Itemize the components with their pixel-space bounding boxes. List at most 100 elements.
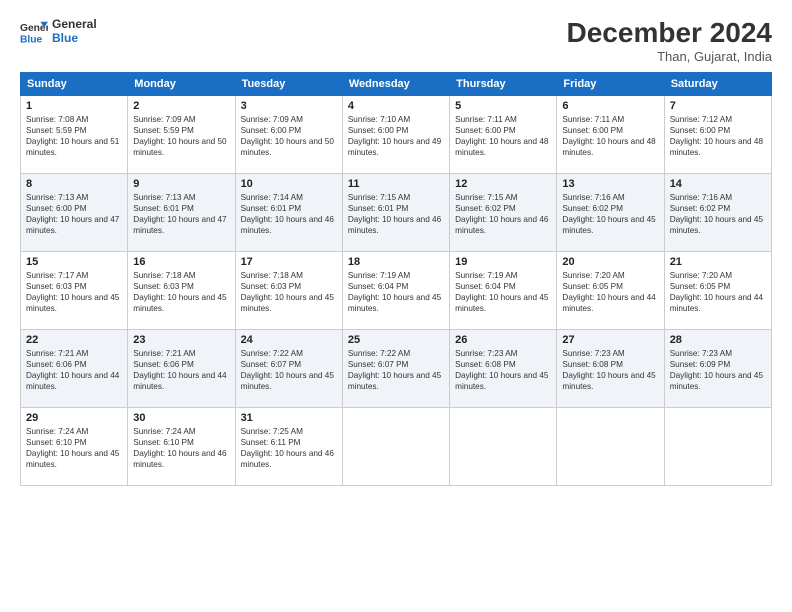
calendar-cell: 25 Sunrise: 7:22 AMSunset: 6:07 PMDaylig… (342, 329, 449, 407)
day-number: 6 (562, 100, 658, 112)
day-number: 2 (133, 100, 229, 112)
day-info: Sunrise: 7:17 AMSunset: 6:03 PMDaylight:… (26, 271, 119, 313)
logo-general: General (52, 18, 97, 32)
day-info: Sunrise: 7:24 AMSunset: 6:10 PMDaylight:… (26, 427, 119, 469)
title-block: December 2024 Than, Gujarat, India (567, 18, 772, 64)
calendar-cell: 6 Sunrise: 7:11 AMSunset: 6:00 PMDayligh… (557, 95, 664, 173)
calendar-cell: 14 Sunrise: 7:16 AMSunset: 6:02 PMDaylig… (664, 173, 771, 251)
day-info: Sunrise: 7:19 AMSunset: 6:04 PMDaylight:… (455, 271, 548, 313)
day-number: 30 (133, 412, 229, 424)
day-info: Sunrise: 7:19 AMSunset: 6:04 PMDaylight:… (348, 271, 441, 313)
calendar-cell: 9 Sunrise: 7:13 AMSunset: 6:01 PMDayligh… (128, 173, 235, 251)
calendar-cell: 31 Sunrise: 7:25 AMSunset: 6:11 PMDaylig… (235, 407, 342, 485)
day-number: 1 (26, 100, 122, 112)
day-info: Sunrise: 7:22 AMSunset: 6:07 PMDaylight:… (348, 349, 441, 391)
day-number: 3 (241, 100, 337, 112)
calendar-cell: 23 Sunrise: 7:21 AMSunset: 6:06 PMDaylig… (128, 329, 235, 407)
day-number: 7 (670, 100, 766, 112)
day-number: 11 (348, 178, 444, 190)
day-info: Sunrise: 7:11 AMSunset: 6:00 PMDaylight:… (455, 115, 548, 157)
day-info: Sunrise: 7:21 AMSunset: 6:06 PMDaylight:… (133, 349, 226, 391)
day-number: 20 (562, 256, 658, 268)
calendar-cell: 22 Sunrise: 7:21 AMSunset: 6:06 PMDaylig… (21, 329, 128, 407)
dow-header: Sunday (21, 72, 128, 95)
day-number: 22 (26, 334, 122, 346)
day-info: Sunrise: 7:20 AMSunset: 6:05 PMDaylight:… (562, 271, 655, 313)
day-info: Sunrise: 7:09 AMSunset: 6:00 PMDaylight:… (241, 115, 334, 157)
calendar-cell: 26 Sunrise: 7:23 AMSunset: 6:08 PMDaylig… (450, 329, 557, 407)
day-number: 16 (133, 256, 229, 268)
day-info: Sunrise: 7:21 AMSunset: 6:06 PMDaylight:… (26, 349, 119, 391)
logo-blue: Blue (52, 32, 97, 46)
day-info: Sunrise: 7:13 AMSunset: 6:00 PMDaylight:… (26, 193, 119, 235)
calendar-cell: 30 Sunrise: 7:24 AMSunset: 6:10 PMDaylig… (128, 407, 235, 485)
month-title: December 2024 (567, 18, 772, 49)
day-number: 12 (455, 178, 551, 190)
day-info: Sunrise: 7:15 AMSunset: 6:02 PMDaylight:… (455, 193, 548, 235)
day-number: 23 (133, 334, 229, 346)
day-number: 5 (455, 100, 551, 112)
calendar-cell: 29 Sunrise: 7:24 AMSunset: 6:10 PMDaylig… (21, 407, 128, 485)
logo-icon: General Blue (20, 18, 48, 46)
calendar-cell: 28 Sunrise: 7:23 AMSunset: 6:09 PMDaylig… (664, 329, 771, 407)
day-info: Sunrise: 7:14 AMSunset: 6:01 PMDaylight:… (241, 193, 334, 235)
calendar-cell: 2 Sunrise: 7:09 AMSunset: 5:59 PMDayligh… (128, 95, 235, 173)
day-info: Sunrise: 7:20 AMSunset: 6:05 PMDaylight:… (670, 271, 763, 313)
day-number: 8 (26, 178, 122, 190)
day-info: Sunrise: 7:23 AMSunset: 6:08 PMDaylight:… (455, 349, 548, 391)
calendar-cell: 7 Sunrise: 7:12 AMSunset: 6:00 PMDayligh… (664, 95, 771, 173)
day-info: Sunrise: 7:13 AMSunset: 6:01 PMDaylight:… (133, 193, 226, 235)
calendar-cell (664, 407, 771, 485)
calendar-cell (557, 407, 664, 485)
day-number: 28 (670, 334, 766, 346)
day-number: 17 (241, 256, 337, 268)
dow-header: Saturday (664, 72, 771, 95)
day-info: Sunrise: 7:22 AMSunset: 6:07 PMDaylight:… (241, 349, 334, 391)
calendar-cell: 13 Sunrise: 7:16 AMSunset: 6:02 PMDaylig… (557, 173, 664, 251)
day-info: Sunrise: 7:11 AMSunset: 6:00 PMDaylight:… (562, 115, 655, 157)
calendar-cell: 24 Sunrise: 7:22 AMSunset: 6:07 PMDaylig… (235, 329, 342, 407)
calendar-cell: 1 Sunrise: 7:08 AMSunset: 5:59 PMDayligh… (21, 95, 128, 173)
day-number: 27 (562, 334, 658, 346)
day-info: Sunrise: 7:23 AMSunset: 6:08 PMDaylight:… (562, 349, 655, 391)
day-info: Sunrise: 7:15 AMSunset: 6:01 PMDaylight:… (348, 193, 441, 235)
calendar-cell: 27 Sunrise: 7:23 AMSunset: 6:08 PMDaylig… (557, 329, 664, 407)
calendar-cell: 21 Sunrise: 7:20 AMSunset: 6:05 PMDaylig… (664, 251, 771, 329)
day-number: 19 (455, 256, 551, 268)
calendar-cell: 17 Sunrise: 7:18 AMSunset: 6:03 PMDaylig… (235, 251, 342, 329)
day-number: 31 (241, 412, 337, 424)
day-number: 9 (133, 178, 229, 190)
calendar-cell: 11 Sunrise: 7:15 AMSunset: 6:01 PMDaylig… (342, 173, 449, 251)
day-info: Sunrise: 7:16 AMSunset: 6:02 PMDaylight:… (670, 193, 763, 235)
day-info: Sunrise: 7:24 AMSunset: 6:10 PMDaylight:… (133, 427, 226, 469)
day-number: 10 (241, 178, 337, 190)
calendar-cell: 3 Sunrise: 7:09 AMSunset: 6:00 PMDayligh… (235, 95, 342, 173)
day-info: Sunrise: 7:25 AMSunset: 6:11 PMDaylight:… (241, 427, 334, 469)
day-number: 24 (241, 334, 337, 346)
day-info: Sunrise: 7:18 AMSunset: 6:03 PMDaylight:… (133, 271, 226, 313)
calendar-cell: 10 Sunrise: 7:14 AMSunset: 6:01 PMDaylig… (235, 173, 342, 251)
day-number: 4 (348, 100, 444, 112)
calendar-cell: 5 Sunrise: 7:11 AMSunset: 6:00 PMDayligh… (450, 95, 557, 173)
dow-header: Wednesday (342, 72, 449, 95)
day-info: Sunrise: 7:09 AMSunset: 5:59 PMDaylight:… (133, 115, 226, 157)
calendar-cell (342, 407, 449, 485)
day-info: Sunrise: 7:10 AMSunset: 6:00 PMDaylight:… (348, 115, 441, 157)
day-info: Sunrise: 7:08 AMSunset: 5:59 PMDaylight:… (26, 115, 119, 157)
calendar-cell: 18 Sunrise: 7:19 AMSunset: 6:04 PMDaylig… (342, 251, 449, 329)
header: General Blue General Blue December 2024 … (20, 18, 772, 64)
location: Than, Gujarat, India (567, 49, 772, 64)
calendar-cell (450, 407, 557, 485)
day-number: 15 (26, 256, 122, 268)
calendar-cell: 19 Sunrise: 7:19 AMSunset: 6:04 PMDaylig… (450, 251, 557, 329)
svg-text:Blue: Blue (20, 34, 43, 45)
calendar-table: SundayMondayTuesdayWednesdayThursdayFrid… (20, 72, 772, 486)
day-number: 26 (455, 334, 551, 346)
day-info: Sunrise: 7:12 AMSunset: 6:00 PMDaylight:… (670, 115, 763, 157)
page: General Blue General Blue December 2024 … (0, 0, 792, 612)
day-number: 29 (26, 412, 122, 424)
calendar-cell: 12 Sunrise: 7:15 AMSunset: 6:02 PMDaylig… (450, 173, 557, 251)
dow-header: Thursday (450, 72, 557, 95)
day-number: 13 (562, 178, 658, 190)
logo: General Blue General Blue (20, 18, 97, 46)
